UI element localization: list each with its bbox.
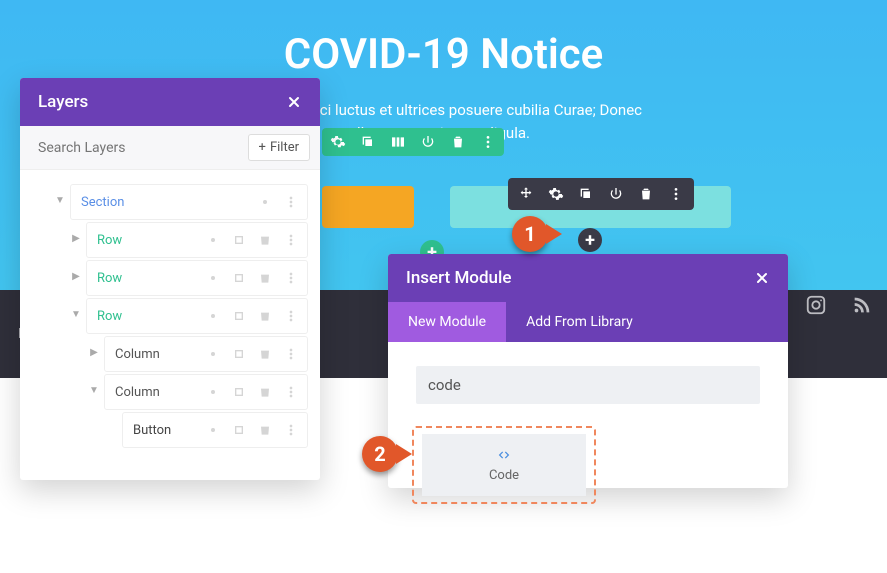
- chevron-right-icon[interactable]: ▶: [69, 233, 83, 244]
- move-icon[interactable]: [518, 186, 534, 202]
- instagram-icon[interactable]: [805, 294, 827, 320]
- dots-icon[interactable]: [668, 186, 684, 202]
- tab-new-module[interactable]: New Module: [388, 302, 506, 342]
- dots-icon[interactable]: [283, 270, 299, 286]
- duplicate-icon[interactable]: [231, 422, 247, 438]
- filter-button[interactable]: +Filter: [248, 134, 310, 161]
- tree-item-column[interactable]: ▶ Column: [104, 336, 308, 372]
- dots-icon[interactable]: [283, 194, 299, 210]
- gear-icon[interactable]: [257, 194, 273, 210]
- footer-social: [805, 294, 873, 320]
- insert-module-tabs: New Module Add From Library: [388, 302, 788, 342]
- add-module-button[interactable]: +: [578, 228, 602, 252]
- layers-search-row: +Filter: [20, 126, 320, 170]
- module-search-input[interactable]: [416, 366, 760, 404]
- layers-panel-title: Layers: [38, 92, 88, 112]
- gear-icon[interactable]: [548, 186, 564, 202]
- row-toolbar[interactable]: [322, 128, 504, 156]
- rss-icon[interactable]: [851, 294, 873, 320]
- trash-icon[interactable]: [257, 270, 273, 286]
- tree-item-row[interactable]: ▶ Row: [86, 260, 308, 296]
- module-option-label: Code: [489, 468, 519, 483]
- duplicate-icon[interactable]: [578, 186, 594, 202]
- trash-icon[interactable]: [257, 308, 273, 324]
- gear-icon[interactable]: [205, 384, 221, 400]
- insert-module-title: Insert Module: [406, 268, 511, 288]
- duplicate-icon[interactable]: [231, 270, 247, 286]
- dots-icon[interactable]: [283, 232, 299, 248]
- button-module-orange[interactable]: [322, 186, 414, 228]
- chevron-down-icon[interactable]: ▼: [69, 309, 83, 320]
- gear-icon[interactable]: [205, 422, 221, 438]
- trash-icon[interactable]: [257, 232, 273, 248]
- close-icon[interactable]: [754, 270, 770, 286]
- tree-item-row[interactable]: ▶ Row: [86, 222, 308, 258]
- tab-add-from-library[interactable]: Add From Library: [506, 302, 653, 342]
- trash-icon[interactable]: [638, 186, 654, 202]
- trash-icon[interactable]: [257, 346, 273, 362]
- dots-icon[interactable]: [283, 384, 299, 400]
- layers-panel: Layers +Filter ▼ Section ▶ Row ▶ Row: [20, 78, 320, 480]
- dots-icon[interactable]: [283, 422, 299, 438]
- duplicate-icon[interactable]: [231, 384, 247, 400]
- insert-module-header[interactable]: Insert Module: [388, 254, 788, 302]
- gear-icon[interactable]: [205, 270, 221, 286]
- insert-module-panel: Insert Module New Module Add From Librar…: [388, 254, 788, 488]
- columns-icon[interactable]: [390, 134, 406, 150]
- gear-icon[interactable]: [205, 308, 221, 324]
- dots-icon[interactable]: [283, 308, 299, 324]
- annotation-badge-2: 2: [362, 436, 398, 472]
- layers-tree: ▼ Section ▶ Row ▶ Row ▼: [20, 170, 320, 480]
- trash-icon[interactable]: [257, 422, 273, 438]
- power-icon[interactable]: [420, 134, 436, 150]
- search-input[interactable]: [38, 140, 248, 156]
- chevron-right-icon[interactable]: ▶: [87, 347, 101, 358]
- gear-icon[interactable]: [205, 232, 221, 248]
- module-toolbar[interactable]: [508, 178, 694, 210]
- power-icon[interactable]: [608, 186, 624, 202]
- trash-icon[interactable]: [257, 384, 273, 400]
- tree-item-button[interactable]: Button: [122, 412, 308, 448]
- gear-icon[interactable]: [205, 346, 221, 362]
- dots-icon[interactable]: [480, 134, 496, 150]
- trash-icon[interactable]: [450, 134, 466, 150]
- gear-icon[interactable]: [330, 134, 346, 150]
- close-icon[interactable]: [286, 94, 302, 110]
- duplicate-icon[interactable]: [231, 308, 247, 324]
- chevron-down-icon[interactable]: ▼: [53, 195, 67, 206]
- module-option-code[interactable]: Code: [422, 434, 586, 496]
- tree-item-row[interactable]: ▼ Row: [86, 298, 308, 334]
- dots-icon[interactable]: [283, 346, 299, 362]
- tree-item-column[interactable]: ▼ Column: [104, 374, 308, 410]
- chevron-right-icon[interactable]: ▶: [69, 271, 83, 282]
- page-title: COVID-19 Notice: [0, 30, 887, 79]
- duplicate-icon[interactable]: [231, 232, 247, 248]
- duplicate-icon[interactable]: [231, 346, 247, 362]
- duplicate-icon[interactable]: [360, 134, 376, 150]
- code-icon: [494, 448, 514, 466]
- layers-panel-header[interactable]: Layers: [20, 78, 320, 126]
- chevron-down-icon[interactable]: ▼: [87, 385, 101, 396]
- annotation-badge-1: 1: [512, 216, 548, 252]
- tree-item-section[interactable]: ▼ Section: [70, 184, 308, 220]
